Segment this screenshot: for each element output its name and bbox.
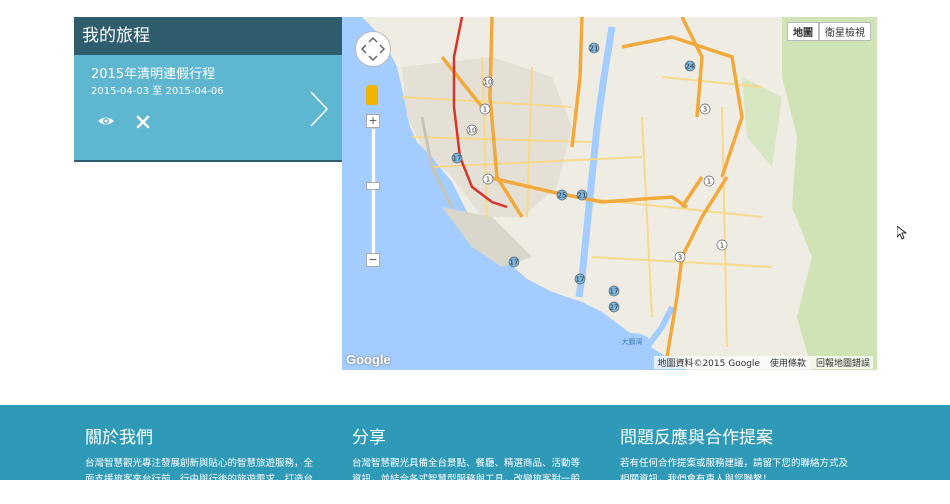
map-data-credit: 地圖資料©2015 Google: [657, 359, 760, 369]
panel-divider: [74, 160, 342, 162]
map-type-control: 地圖 衛星檢視: [787, 22, 871, 41]
svg-text:17: 17: [576, 276, 585, 284]
zoom-slider-handle[interactable]: [366, 182, 380, 190]
zoom-out-button[interactable]: −: [366, 253, 380, 267]
footer-about: 關於我們 台灣智慧觀光專注發展創新與貼心的智慧旅遊服務，全面支援旅客來台行前、行…: [85, 423, 315, 504]
zoom-slider-track[interactable]: [371, 128, 376, 260]
footer-about-text: 台灣智慧觀光專注發展創新與貼心的智慧旅遊服務，全面支援旅客來台行前、行中與行後的…: [85, 458, 314, 501]
footer-share: 分享 台灣智慧觀光具備全台景點、餐廳、精選商品、活動等資訊，並結合各式智慧型服務…: [352, 423, 582, 504]
mouse-cursor-icon: [896, 225, 908, 240]
footer-contact-text: 若有任何合作提案或服務建議，請留下您的聯絡方式及相關資訊，我們會有專人與您聯繫！: [620, 458, 849, 485]
trip-dates: 2015-04-03 至 2015-04-06: [91, 86, 224, 97]
svg-text:27: 27: [610, 304, 619, 312]
road-shield: 10: [482, 76, 494, 88]
svg-text:10: 10: [484, 79, 493, 87]
svg-text:1: 1: [720, 242, 724, 250]
footer-contact: 問題反應與合作提案 若有任何合作提案或服務建議，請留下您的聯絡方式及相關資訊，我…: [620, 423, 850, 488]
svg-text:1: 1: [483, 106, 487, 114]
svg-text:1: 1: [707, 178, 711, 186]
svg-text:17: 17: [510, 259, 519, 267]
satellite-type-button[interactable]: 衛星檢視: [819, 22, 871, 41]
footer-about-title: 關於我們: [85, 428, 153, 448]
road-shield: 21: [576, 189, 588, 201]
pan-arrows-icon: [360, 36, 386, 62]
road-shield: 21: [588, 42, 600, 54]
road-shield: 17: [608, 285, 620, 297]
road-shield: 1: [716, 239, 728, 251]
road-shield: 10: [466, 124, 478, 136]
svg-text:17: 17: [610, 288, 619, 296]
road-shield: 25: [556, 189, 568, 201]
my-trips-panel: 我的旅程 2015年清明連假行程 2015-04-03 至 2015-04-06: [74, 17, 342, 162]
view-trip-button[interactable]: [96, 113, 116, 129]
trip-card[interactable]: 2015年清明連假行程 2015-04-03 至 2015-04-06: [74, 55, 342, 160]
svg-text:24: 24: [686, 63, 695, 71]
road-shield: 1: [479, 103, 491, 115]
next-trip-button[interactable]: [308, 90, 330, 128]
map-attribution: 地圖資料©2015 Google 使用條款 回報地圖錯誤: [654, 356, 873, 369]
road-shield: 1: [482, 173, 494, 185]
chevron-right-icon: [310, 91, 329, 127]
report-error-link[interactable]: 回報地圖錯誤: [816, 356, 870, 369]
water-label: 大鵬灣: [622, 337, 643, 346]
road-shield: 27: [608, 301, 620, 313]
close-icon: [136, 115, 150, 129]
svg-text:25: 25: [558, 192, 567, 200]
svg-text:21: 21: [578, 192, 587, 200]
road-shield: 3: [674, 251, 686, 263]
trip-name[interactable]: 2015年清明連假行程: [91, 63, 215, 82]
pan-control[interactable]: [355, 31, 391, 67]
map-type-button[interactable]: 地圖: [787, 22, 819, 41]
map-view[interactable]: 10 1 10 1 17 17 17 25 21 21 24 3 1 3 1 1…: [342, 17, 877, 370]
panel-title: 我的旅程: [74, 17, 342, 55]
road-shield: 24: [684, 60, 696, 72]
map-canvas[interactable]: 10 1 10 1 17 17 17 25 21 21 24 3 1 3 1 1…: [342, 17, 877, 370]
svg-text:3: 3: [703, 106, 707, 114]
footer: 關於我們 台灣智慧觀光專注發展創新與貼心的智慧旅遊服務，全面支援旅客來台行前、行…: [0, 405, 950, 501]
svg-text:21: 21: [590, 45, 599, 53]
svg-text:10: 10: [468, 127, 477, 135]
google-logo: Google: [346, 352, 391, 367]
road-shield: 3: [699, 103, 711, 115]
delete-trip-button[interactable]: [134, 113, 152, 131]
road-shield: 17: [574, 273, 586, 285]
eye-icon: [98, 117, 114, 125]
svg-text:3: 3: [678, 254, 682, 262]
terms-link[interactable]: 使用條款: [770, 356, 806, 369]
road-shield: 17: [451, 152, 463, 164]
pegman-icon[interactable]: [366, 85, 378, 105]
footer-contact-title: 問題反應與合作提案: [620, 428, 773, 448]
footer-share-title: 分享: [352, 428, 386, 448]
road-shield: 1: [703, 175, 715, 187]
footer-share-text: 台灣智慧觀光具備全台景點、餐廳、精選商品、活動等資訊，並結合各式智慧型服務與工具…: [352, 458, 581, 501]
road-shield: 17: [508, 256, 520, 268]
zoom-in-button[interactable]: +: [366, 114, 380, 128]
svg-text:17: 17: [453, 155, 462, 163]
svg-text:1: 1: [486, 176, 490, 184]
